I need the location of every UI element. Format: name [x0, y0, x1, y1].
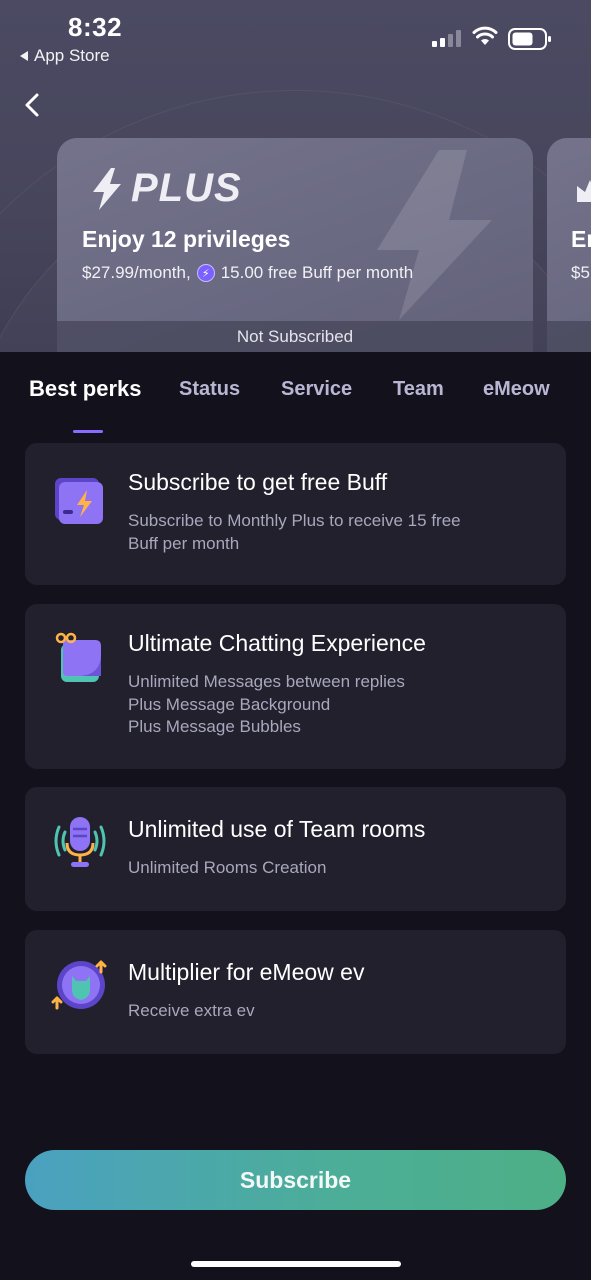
perk-tabs: Best perks Status Service Team eMeow — [0, 374, 591, 433]
cellular-signal-icon — [432, 30, 461, 47]
plan-header: 8:32 App Store PLUS Enjoy 12 privileges … — [0, 0, 591, 352]
plan-price: $27.99/month, ⚡ 15.00 free Buff per mont… — [82, 263, 413, 283]
status-time: 8:32 — [68, 12, 123, 42]
perk-description-line: Receive extra ev — [128, 1001, 255, 1020]
perk-description-line: Unlimited Rooms Creation — [128, 858, 327, 877]
plan-price-text: $27.99/month, — [82, 263, 191, 282]
next-plan-card[interactable]: Er $5 — [547, 138, 591, 352]
perk-card-chatting: Ultimate Chatting Experience Unlimited M… — [25, 604, 566, 769]
perk-card-emeow-multiplier: Multiplier for eMeow ev Receive extra ev — [25, 930, 566, 1054]
next-plan-status-bar — [547, 321, 591, 352]
perk-description-line: Buff per month — [128, 533, 240, 553]
perk-description-line: Plus Message Bubbles — [128, 717, 301, 736]
perk-description: Unlimited Rooms Creation — [128, 857, 548, 880]
active-tab-indicator — [73, 430, 103, 433]
back-chevron-icon[interactable] — [22, 92, 44, 118]
bolt-watermark-icon — [377, 150, 492, 320]
back-app-label: App Store — [34, 46, 110, 65]
perk-card-free-buff: Subscribe to get free Buff Subscribe to … — [25, 443, 566, 585]
emeow-multiplier-icon — [51, 960, 107, 1010]
back-to-app-store-link[interactable]: App Store — [20, 46, 110, 66]
next-plan-price: $5 — [571, 263, 590, 282]
next-plan-title: Er — [571, 226, 591, 252]
crown-icon — [577, 180, 591, 202]
bolt-icon — [93, 167, 121, 210]
tab-emeow[interactable]: eMeow — [483, 378, 550, 401]
plan-buff-text: 15.00 free Buff per month — [220, 263, 414, 282]
plus-plan-card[interactable]: PLUS Enjoy 12 privileges $27.99/month, ⚡… — [57, 138, 533, 352]
subscription-status: Not Subscribed — [57, 321, 533, 352]
microphone-icon — [54, 817, 106, 867]
perk-description-line: Subscribe to Monthly Plus to receive 15 … — [128, 511, 461, 530]
tab-status[interactable]: Status — [179, 378, 240, 401]
subscribe-button[interactable]: Subscribe — [25, 1150, 566, 1210]
tab-best-perks[interactable]: Best perks — [29, 376, 142, 402]
tab-team[interactable]: Team — [393, 378, 444, 401]
battery-icon — [508, 28, 551, 50]
perk-title: Subscribe to get free Buff — [128, 469, 388, 495]
home-indicator — [191, 1261, 401, 1267]
plus-logo: PLUS — [91, 166, 242, 211]
chat-gift-icon — [55, 632, 101, 682]
tab-service[interactable]: Service — [281, 378, 352, 401]
perk-description: Unlimited Messages between replies Plus … — [128, 671, 548, 739]
perk-description: Receive extra ev — [128, 1000, 548, 1023]
perk-title: Unlimited use of Team rooms — [128, 816, 426, 842]
perk-card-team-rooms: Unlimited use of Team rooms Unlimited Ro… — [25, 787, 566, 911]
plan-title: Enjoy 12 privileges — [82, 226, 291, 252]
perk-description: Subscribe to Monthly Plus to receive 15 … — [128, 510, 548, 555]
perk-title: Multiplier for eMeow ev — [128, 959, 365, 985]
perk-title: Ultimate Chatting Experience — [128, 630, 426, 656]
status-bar: 8:32 App Store — [0, 0, 591, 80]
perk-description-line: Unlimited Messages between replies — [128, 672, 405, 691]
plus-logo-text: PLUS — [131, 166, 242, 210]
wallet-bolt-icon — [55, 478, 103, 524]
buff-coin-icon: ⚡ — [196, 264, 215, 282]
perk-description-line: Plus Message Background — [128, 694, 331, 714]
wifi-icon — [472, 26, 498, 45]
back-triangle-icon — [20, 51, 28, 61]
